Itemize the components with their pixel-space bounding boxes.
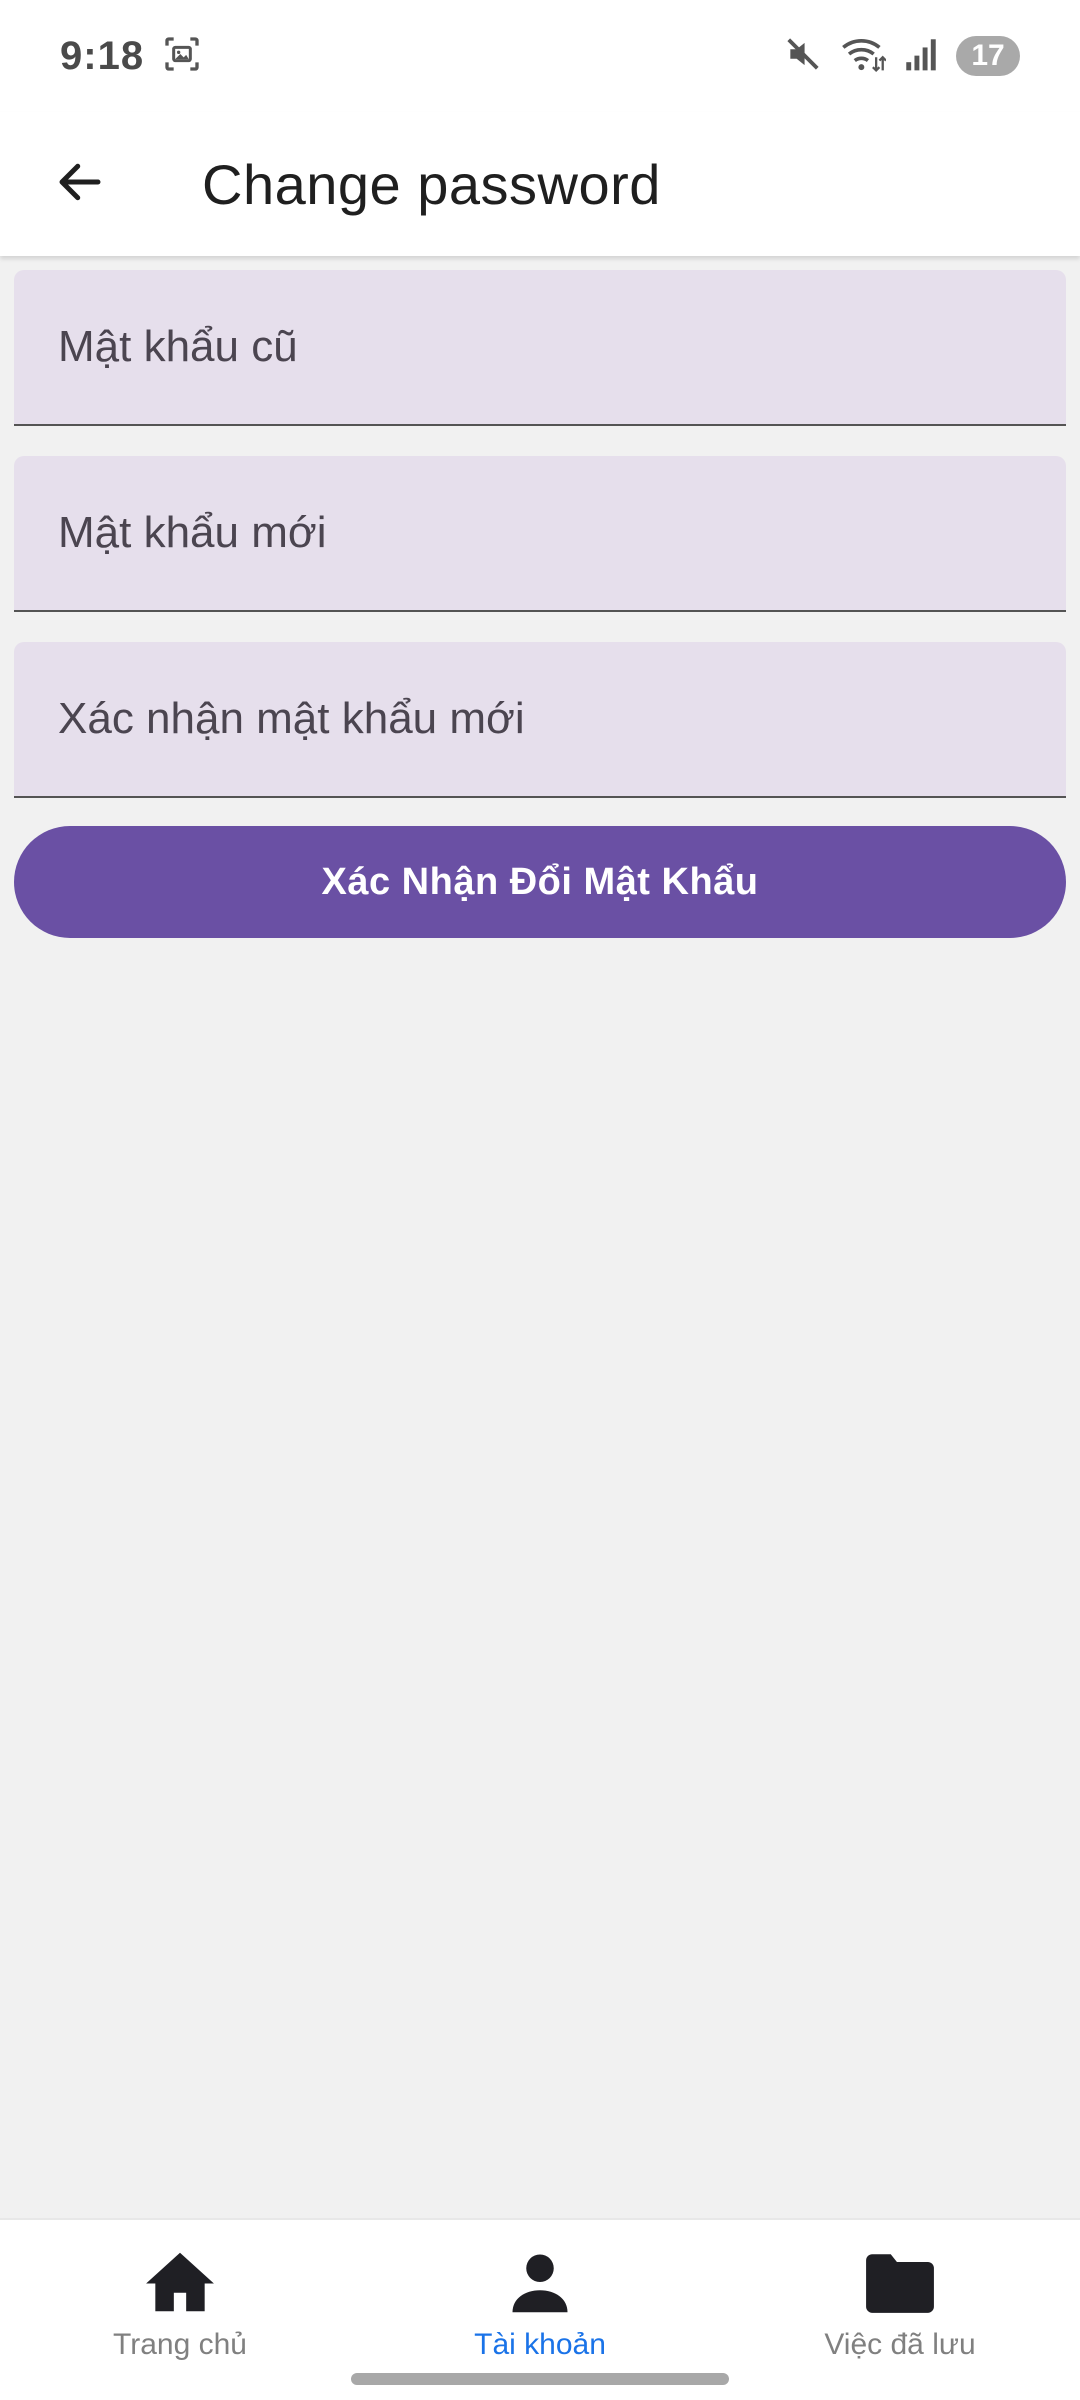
status-left: 9:18 — [60, 34, 202, 79]
home-indicator[interactable] — [351, 2373, 729, 2385]
status-right: 17 — [784, 34, 1020, 79]
nav-label-saved-jobs: Việc đã lưu — [824, 2328, 976, 2361]
person-icon — [500, 2242, 580, 2322]
change-password-form: Xác Nhận Đổi Mật Khẩu — [14, 270, 1066, 938]
confirm-password-field — [14, 642, 1066, 798]
signal-icon — [904, 36, 938, 77]
old-password-field — [14, 270, 1066, 426]
arrow-left-icon — [53, 155, 107, 214]
page-title: Change password — [202, 152, 661, 216]
old-password-input[interactable] — [14, 270, 1066, 424]
app-bar: Change password — [0, 112, 1080, 256]
back-button[interactable] — [0, 112, 160, 256]
wifi-icon — [840, 34, 887, 79]
new-password-field — [14, 456, 1066, 612]
status-bar: 9:18 17 — [0, 0, 1080, 112]
screenshot-icon — [162, 34, 202, 79]
battery-indicator: 17 — [956, 36, 1020, 76]
confirm-change-password-button[interactable]: Xác Nhận Đổi Mật Khẩu — [14, 826, 1066, 938]
nav-item-saved-jobs[interactable]: Việc đã lưu — [720, 2220, 1080, 2400]
confirm-password-input[interactable] — [14, 642, 1066, 796]
change-password-screen: 9:18 17 Change password Xác Nhận Đổi Mật… — [0, 0, 1080, 2400]
folder-icon — [860, 2242, 940, 2322]
new-password-input[interactable] — [14, 456, 1066, 610]
nav-label-home: Trang chủ — [113, 2328, 247, 2361]
mute-icon — [784, 35, 822, 78]
nav-item-home[interactable]: Trang chủ — [0, 2220, 360, 2400]
status-time: 9:18 — [60, 33, 145, 78]
nav-label-account: Tài khoản — [474, 2328, 606, 2361]
home-icon — [140, 2242, 220, 2322]
